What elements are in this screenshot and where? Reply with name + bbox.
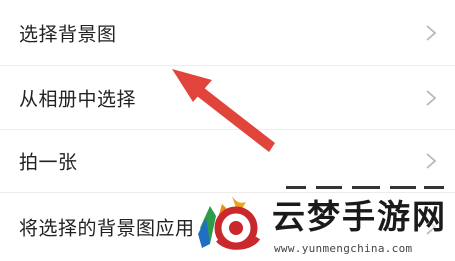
chevron-right-icon	[426, 153, 437, 169]
watermark: 云梦手游网 www.yunmengchina.com	[196, 186, 455, 261]
watermark-logo-icon	[198, 196, 261, 250]
menu-item-choose-background[interactable]: 选择背景图	[0, 0, 455, 66]
menu-item-label: 选择背景图	[19, 23, 117, 45]
menu-item-label: 从相册中选择	[19, 88, 137, 110]
menu-item-from-album[interactable]: 从相册中选择	[0, 66, 455, 130]
menu-item-label: 将选择的背景图应用	[19, 217, 195, 240]
menu-item-take-photo[interactable]: 拍一张	[0, 130, 455, 193]
chevron-right-icon	[426, 24, 437, 41]
watermark-title: 云梦手游网	[272, 197, 447, 236]
chevron-right-icon	[426, 89, 437, 106]
menu-item-label: 拍一张	[19, 151, 78, 174]
watermark-url: www.yunmengchina.com	[274, 242, 413, 255]
